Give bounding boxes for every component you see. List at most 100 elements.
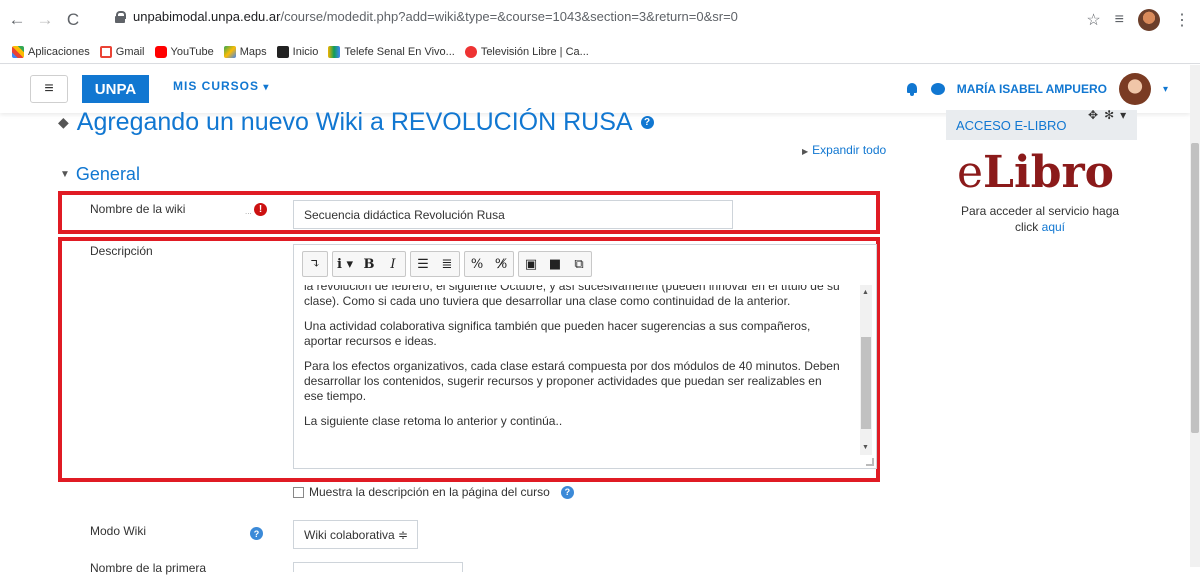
scroll-up-icon[interactable]: ▲	[862, 289, 869, 296]
user-avatar[interactable]	[1118, 73, 1151, 105]
brand-logo[interactable]: UNPA	[82, 75, 149, 103]
wiki-activity-icon: ◆	[58, 114, 69, 130]
description-paragraph: Para los efectos organizativos, cada cla…	[304, 359, 840, 403]
move-icon[interactable]: ✥	[1088, 108, 1098, 122]
gear-icon[interactable]: ✻	[1104, 108, 1114, 122]
video-icon[interactable]: ■	[543, 252, 567, 276]
show-description-checkbox[interactable]	[293, 486, 304, 498]
help-icon[interactable]: ?	[640, 116, 654, 129]
wiki-mode-value: Wiki colaborativa ≑	[304, 527, 409, 542]
help-icon[interactable]: ?	[560, 485, 574, 499]
first-page-name-input[interactable]	[293, 562, 463, 572]
moodle-navbar: ≡ UNPA MIS CURSOS ▾ MARÍA ISABEL AMPUERO…	[0, 65, 1190, 113]
more-menu-icon[interactable]: ⋮	[1174, 10, 1190, 30]
bookmark-television-libre[interactable]: Televisión Libre | Ca...	[464, 45, 589, 58]
italic-icon[interactable]: I	[381, 252, 405, 276]
help-icon[interactable]: ?	[250, 527, 263, 540]
section-general-label: General	[75, 164, 140, 184]
bookmark-telefe[interactable]: Telefe Senal En Vivo...	[328, 45, 455, 58]
description-paragraph: Una actividad colaborativa significa tam…	[304, 319, 811, 348]
messages-chat-icon[interactable]	[930, 83, 945, 95]
wiki-mode-label: Modo Wiki	[90, 524, 147, 538]
bookmark-maps[interactable]: Maps	[223, 45, 267, 58]
scroll-down-icon[interactable]: ▼	[862, 444, 869, 451]
show-description-label: Muestra la descripción en la página del …	[309, 485, 550, 499]
elibro-block-title: ACCESO E-LIBRO	[956, 117, 1067, 133]
label-dots: ...	[245, 207, 252, 216]
bookmark-inicio[interactable]: Inicio	[276, 45, 319, 58]
description-editor[interactable]: ↴ i ▾ B I ☰ ≣ % %̸ ▣ ■ ⧉ la revolución d…	[293, 244, 877, 469]
reload-icon[interactable]: C	[62, 9, 84, 31]
ordered-list-icon[interactable]: ≣	[435, 252, 459, 276]
expand-all-label: Expandir todo	[812, 143, 887, 157]
star-icon[interactable]: ☆	[1086, 10, 1100, 30]
bookmark-youtube[interactable]: YouTube	[154, 45, 214, 58]
unordered-list-icon[interactable]: ☰	[411, 252, 435, 276]
editor-scrollbar[interactable]: ▲ ▼	[860, 285, 872, 455]
bold-icon[interactable]: B	[357, 252, 381, 276]
caret-down-icon: ▼	[60, 169, 70, 180]
section-general-header[interactable]: ▼ General	[60, 164, 140, 185]
caret-right-icon: ▶	[802, 147, 809, 156]
telefe-icon	[328, 45, 341, 58]
page-title: ◆ Agregando un nuevo Wiki a REVOLUCIÓN R…	[58, 108, 654, 137]
show-description-row: Muestra la descripción en la página del …	[293, 485, 574, 499]
bookmark-label: YouTube	[170, 45, 214, 58]
play-icon	[276, 45, 289, 58]
chevron-down-icon: ▾	[263, 82, 270, 93]
elibro-logo-text: Libro	[983, 147, 1114, 198]
user-menu-chevron-icon[interactable]: ▾	[1163, 84, 1168, 95]
first-page-name-label: Nombre de la primera	[90, 561, 207, 575]
bookmark-label: Televisión Libre | Ca...	[480, 45, 589, 58]
page-scrollbar-thumb[interactable]	[1191, 143, 1199, 433]
gmail-icon	[99, 45, 112, 58]
description-label: Descripción	[90, 244, 153, 258]
description-paragraph: la revolución de febrero, el siguiente O…	[304, 285, 840, 308]
notification-bell-icon[interactable]	[905, 82, 919, 96]
link-icon[interactable]: %	[465, 252, 489, 276]
elibro-access-link[interactable]: aquí	[1042, 220, 1065, 234]
editor-scrollbar-thumb[interactable]	[861, 337, 871, 429]
paragraph-styles-icon[interactable]: i ▾	[333, 252, 357, 276]
back-arrow-icon[interactable]: ←	[6, 9, 28, 31]
toolbar-toggle-icon[interactable]: ↴	[303, 252, 327, 276]
wiki-mode-select[interactable]: Wiki colaborativa ≑	[293, 520, 418, 549]
manage-files-icon[interactable]: ⧉	[567, 252, 591, 276]
browser-profile-avatar[interactable]	[1138, 9, 1160, 31]
url-path: /course/modedit.php?add=wiki&type=&cours…	[280, 9, 738, 24]
url-field[interactable]: unpabimodal.unpa.edu.ar/course/modedit.p…	[115, 9, 738, 24]
expand-all-link[interactable]: ▶ Expandir todo	[802, 143, 886, 157]
editor-content-area[interactable]: la revolución de febrero, el siguiente O…	[294, 285, 862, 469]
youtube-icon	[154, 45, 167, 58]
bookmark-label: Maps	[239, 45, 267, 58]
wiki-name-label: Nombre de la wiki	[90, 202, 186, 216]
bookmark-label: Gmail	[115, 45, 145, 58]
image-icon[interactable]: ▣	[519, 252, 543, 276]
bookmark-label: Telefe Senal En Vivo...	[344, 45, 455, 58]
user-name[interactable]: MARÍA ISABEL AMPUERO	[957, 82, 1107, 96]
elibro-access-text: Para acceder al servicio haga click	[960, 204, 1120, 234]
required-icon: !	[254, 203, 267, 216]
elibro-block-text: Para acceder al servicio haga click aquí	[950, 203, 1130, 235]
elibro-logo: eLibro	[957, 147, 1114, 198]
block-controls: ✥ ✻ ▾	[1088, 108, 1126, 122]
page-title-text: Agregando un nuevo Wiki a REVOLUCIÓN RUS…	[76, 108, 633, 136]
bookmark-gmail[interactable]: Gmail	[99, 45, 145, 58]
elibro-logo-e: e	[957, 147, 984, 198]
reading-list-icon[interactable]: ≡	[1115, 11, 1124, 29]
resize-handle[interactable]	[866, 458, 874, 466]
bookmark-label: Aplicaciones	[28, 45, 90, 58]
wiki-name-input[interactable]: Secuencia didáctica Revolución Rusa	[293, 200, 733, 229]
page-scrollbar[interactable]	[1190, 65, 1200, 567]
hamburger-menu-button[interactable]: ≡	[30, 75, 68, 103]
lock-icon	[115, 10, 126, 23]
bookmarks-bar: Aplicaciones Gmail YouTube Maps Inicio T…	[0, 40, 1200, 64]
unlink-icon[interactable]: %̸	[489, 252, 513, 276]
bookmark-label: Inicio	[292, 45, 319, 58]
url-host: unpabimodal.unpa.edu.ar	[133, 9, 281, 24]
forward-arrow-icon[interactable]: →	[34, 9, 56, 31]
bookmark-apps[interactable]: Aplicaciones	[12, 45, 90, 58]
mis-cursos-menu[interactable]: MIS CURSOS ▾	[173, 79, 269, 93]
description-paragraph: La siguiente clase retoma lo anterior y …	[304, 414, 563, 428]
chevron-down-icon[interactable]: ▾	[1120, 108, 1126, 122]
